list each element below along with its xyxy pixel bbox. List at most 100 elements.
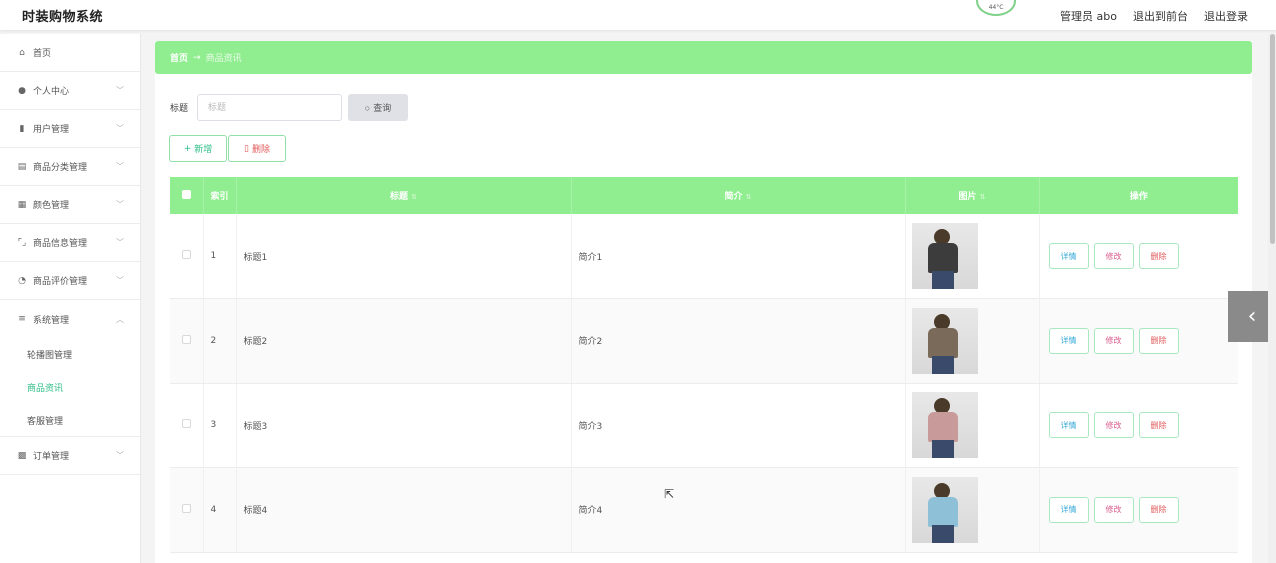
search-input[interactable]: [197, 94, 343, 121]
row-intro: 简介4: [571, 467, 906, 553]
table-row: 1 标题1 简介1 详情 修改 删除: [170, 214, 1238, 299]
breadcrumb-current: 商品资讯: [205, 54, 242, 64]
sidebar-sub-carousel[interactable]: 轮播图管理: [0, 338, 140, 371]
sidebar-item-label: 商品信息管理: [33, 239, 88, 249]
user-icon: ●: [18, 85, 26, 96]
row-image-cell: [905, 298, 1040, 384]
frame-icon: ⌜⌟: [17, 237, 27, 248]
action-row: + 新增 ▯ 删除: [169, 135, 286, 162]
row-image-cell: [905, 467, 1040, 553]
detail-button[interactable]: 详情: [1048, 496, 1089, 523]
add-button[interactable]: + 新增: [169, 135, 227, 162]
sidebar-item-color[interactable]: ▦ 颜色管理 ﹀: [0, 186, 140, 224]
sidebar-item-label: 用户管理: [33, 125, 70, 135]
add-button-label: 新增: [194, 145, 213, 155]
row-checkbox[interactable]: [181, 250, 191, 259]
chart-icon: ▮: [19, 123, 25, 134]
search-icon: ○: [364, 102, 371, 113]
header-ops: 操作: [1039, 177, 1238, 214]
row-select-cell[interactable]: [170, 467, 204, 553]
table-row: 2 标题2 简介2 详情 修改 删除: [170, 298, 1238, 384]
header-intro[interactable]: 简介 ⇅: [571, 177, 906, 214]
select-all-checkbox[interactable]: [181, 189, 191, 199]
row-image-cell: [905, 383, 1040, 468]
edit-button[interactable]: 修改: [1093, 496, 1134, 523]
sidebar-item-label: 个人中心: [33, 87, 70, 97]
select-all-header[interactable]: [170, 177, 204, 214]
delete-button[interactable]: 删除: [1138, 496, 1179, 523]
row-checkbox[interactable]: [181, 503, 191, 513]
row-title: 标题1: [236, 214, 572, 299]
home-icon: ⌂: [19, 47, 25, 58]
clock-icon: ◔: [18, 275, 26, 286]
header-index: 索引: [203, 177, 237, 214]
sidebar-item-label: 商品评价管理: [33, 277, 88, 287]
row-checkbox[interactable]: [181, 334, 191, 344]
product-image[interactable]: [911, 223, 978, 289]
row-title: 标题3: [236, 383, 572, 468]
header-intro-label: 简介: [724, 192, 743, 202]
scrollbar-thumb[interactable]: [1270, 34, 1275, 244]
sidebar-sub-news[interactable]: 商品资讯: [0, 371, 140, 404]
breadcrumb-separator: →: [193, 52, 201, 63]
news-table: 索引 标题 ⇅ 简介 ⇅ 图片 ⇅ 操作 1 标题1 简介1 详情 修改 删除 2 标题2…: [170, 177, 1238, 553]
top-right-links: 管理员 abo 退出到前台 退出登录: [1060, 8, 1248, 24]
chevron-down-icon: ﹀: [116, 86, 124, 95]
delete-button[interactable]: 删除: [1138, 412, 1179, 439]
sidebar-item-home[interactable]: ⌂ 首页: [0, 34, 140, 72]
sidebar-item-profile[interactable]: ● 个人中心 ﹀: [0, 72, 140, 110]
edit-button[interactable]: 修改: [1093, 243, 1134, 269]
delete-button[interactable]: 删除: [1138, 327, 1179, 354]
sidebar-item-users[interactable]: ▮ 用户管理 ﹀: [0, 110, 140, 148]
chevron-down-icon: ﹀: [116, 162, 124, 171]
sort-icon: ⇅: [979, 193, 986, 201]
top-bar: 时装购物系统 44°C 管理员 abo 退出到前台 退出登录: [0, 0, 1276, 30]
search-label: 标题: [170, 104, 189, 114]
sidebar-item-review[interactable]: ◔ 商品评价管理 ﹀: [0, 262, 140, 300]
row-index: 2: [203, 298, 237, 384]
row-intro: 简介2: [571, 298, 906, 384]
delete-button[interactable]: 删除: [1138, 243, 1179, 269]
sidebar-item-label: 颜色管理: [33, 201, 70, 211]
weather-badge: 44°C: [976, 0, 1016, 16]
detail-button[interactable]: 详情: [1048, 327, 1089, 354]
detail-button[interactable]: 详情: [1048, 412, 1089, 439]
delete-button-label: 删除: [251, 145, 270, 155]
row-image-cell: [905, 214, 1040, 299]
header-image-label: 图片: [958, 192, 977, 202]
product-image[interactable]: [911, 476, 978, 543]
sidebar-item-orders[interactable]: ▩ 订单管理 ﹀: [0, 437, 140, 475]
sidebar-sub-service[interactable]: 客服管理: [0, 404, 140, 437]
search-button[interactable]: ○ 查询: [348, 94, 409, 121]
exit-to-front-link[interactable]: 退出到前台: [1133, 8, 1188, 24]
row-checkbox[interactable]: [181, 419, 191, 429]
sort-icon: ⇅: [745, 193, 752, 201]
chevron-down-icon: ﹀: [116, 451, 124, 460]
list-icon: ≡: [18, 314, 26, 324]
header-title[interactable]: 标题 ⇅: [236, 177, 572, 214]
batch-delete-button[interactable]: ▯ 删除: [228, 135, 286, 162]
header-image[interactable]: 图片 ⇅: [905, 177, 1040, 214]
sort-icon: ⇅: [411, 193, 417, 201]
app-title: 时装购物系统: [22, 10, 104, 25]
shop-icon: ▤: [17, 161, 27, 172]
row-index: 1: [203, 214, 237, 299]
edit-button[interactable]: 修改: [1093, 412, 1134, 439]
sidebar-item-product[interactable]: ⌜⌟ 商品信息管理 ﹀: [0, 224, 140, 262]
edit-button[interactable]: 修改: [1093, 327, 1134, 354]
mouse-cursor-icon: ⇱: [664, 487, 675, 501]
sidebar-item-category[interactable]: ▤ 商品分类管理 ﹀: [0, 148, 140, 186]
row-select-cell[interactable]: [170, 383, 204, 468]
row-ops-cell: 详情 修改 删除: [1039, 383, 1238, 468]
search-row: 标题 ○ 查询: [170, 94, 409, 121]
product-image[interactable]: [911, 392, 978, 459]
product-image[interactable]: [911, 307, 978, 374]
row-select-cell[interactable]: [170, 298, 204, 384]
logout-link[interactable]: 退出登录: [1204, 8, 1248, 24]
table-header-row: 索引 标题 ⇅ 简介 ⇅ 图片 ⇅ 操作: [170, 177, 1238, 214]
sidebar: ⌂ 首页 ● 个人中心 ﹀ ▮ 用户管理 ﹀ ▤ 商品分类管理 ﹀ ▦ 颜色管理…: [0, 34, 141, 563]
breadcrumb-home[interactable]: 首页: [170, 51, 188, 64]
detail-button[interactable]: 详情: [1048, 243, 1089, 269]
row-select-cell[interactable]: [170, 214, 204, 299]
sidebar-item-system[interactable]: ≡ 系统管理 ︿: [0, 300, 140, 338]
